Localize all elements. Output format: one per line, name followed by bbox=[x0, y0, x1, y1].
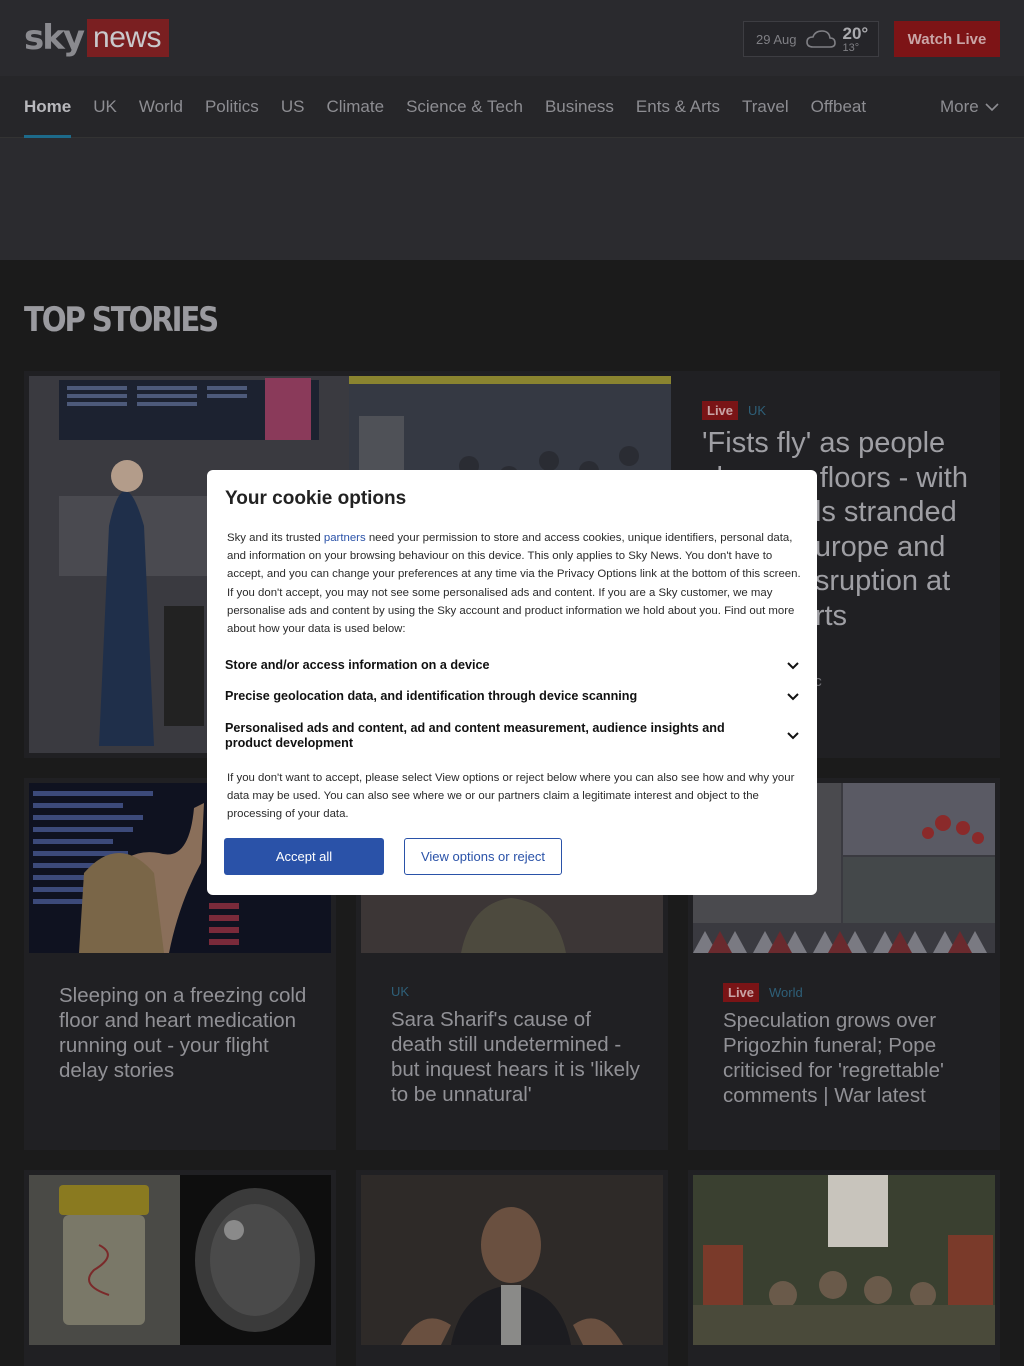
cookie-body-text: need your permission to store and access… bbox=[227, 532, 801, 636]
cookie-dialog-title: Your cookie options bbox=[225, 488, 407, 509]
purpose-geolocation-toggle[interactable]: Precise geolocation data, and identifica… bbox=[225, 689, 799, 704]
accept-all-button[interactable]: Accept all bbox=[224, 838, 384, 875]
cookie-dialog-footer: If you don't want to accept, please sele… bbox=[227, 772, 795, 821]
purpose-storage-toggle[interactable]: Store and/or access information on a dev… bbox=[225, 658, 799, 673]
purpose-label: Personalised ads and content, ad and con… bbox=[225, 721, 725, 750]
page: sky news 29 Aug 20° 13° Watch Live Home … bbox=[0, 0, 1024, 1366]
cookie-dialog-body: Sky and its trusted partners need your p… bbox=[227, 529, 803, 638]
purpose-personalised-ads-toggle[interactable]: Personalised ads and content, ad and con… bbox=[225, 721, 799, 751]
chevron-down-icon bbox=[787, 732, 799, 740]
purpose-label: Precise geolocation data, and identifica… bbox=[225, 689, 638, 703]
purpose-label: Store and/or access information on a dev… bbox=[225, 658, 490, 672]
partners-link[interactable]: partners bbox=[324, 532, 366, 544]
chevron-down-icon bbox=[787, 661, 799, 669]
view-options-button[interactable]: View options or reject bbox=[404, 838, 562, 875]
cookie-consent-dialog: Your cookie options Sky and its trusted … bbox=[207, 470, 817, 895]
cookie-body-intro: Sky and its trusted bbox=[227, 532, 324, 544]
chevron-down-icon bbox=[787, 692, 799, 700]
